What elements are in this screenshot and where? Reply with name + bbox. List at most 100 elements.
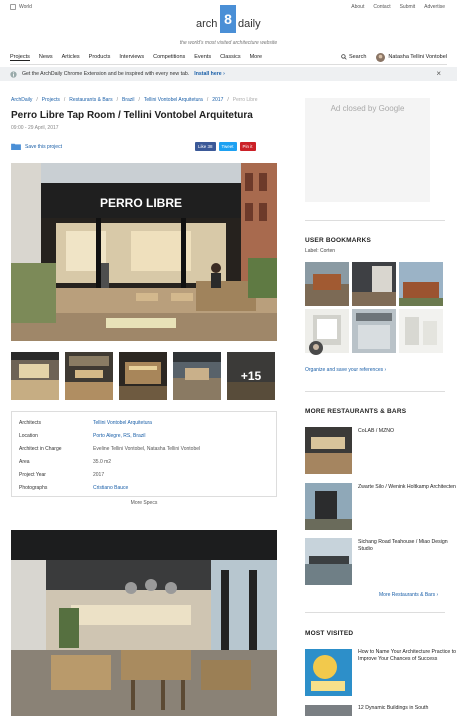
architects-link[interactable]: Tellini Vontobel Arquitetura — [93, 420, 152, 426]
close-icon[interactable]: × — [436, 69, 441, 78]
most-visited-title: 12 Dynamic Buildings in South — [358, 705, 429, 711]
most-visited-thumbnail — [305, 705, 352, 716]
ad-slot: Ad closed by Google — [305, 98, 430, 202]
info-icon — [10, 70, 17, 78]
user-name: Natasha Tellini Vontobel — [388, 54, 447, 60]
related-thumbnail — [305, 427, 352, 474]
hero-photo[interactable]: PERRO LIBRE — [11, 163, 277, 341]
bookmark-thumbnail[interactable] — [399, 262, 443, 306]
publish-date: 09:00 - 29 April, 2017 — [11, 125, 59, 131]
install-link[interactable]: Install here › — [194, 71, 225, 77]
spec-key: Architect in Charge — [19, 446, 62, 452]
nav-more[interactable]: More — [250, 54, 263, 60]
world-label: World — [19, 4, 32, 10]
crumb-archdaily[interactable]: ArchDaily — [11, 97, 32, 103]
nav-competitions[interactable]: Competitions — [153, 54, 185, 60]
about-link[interactable]: About — [351, 4, 364, 10]
save-label: Save this project — [25, 143, 62, 150]
thumbnail[interactable] — [119, 352, 167, 400]
perro-libre-sign: PERRO LIBRE — [100, 196, 182, 210]
spec-row: Location Porto Alegre, RS, Brazil — [19, 433, 269, 439]
archdaily-logo[interactable]: arch 8 daily — [196, 5, 261, 35]
most-visited-item[interactable]: How to Name Your Architecture Practice t… — [305, 649, 457, 696]
related-title: CoLAB / MZNO — [358, 428, 395, 434]
photo-thumbnails: +15 — [11, 352, 275, 400]
save-project-button[interactable]: Save this project — [11, 143, 62, 150]
crumb-projects[interactable]: Projects — [42, 97, 60, 103]
nav-articles[interactable]: Articles — [62, 54, 80, 60]
nav-events[interactable]: Events — [194, 54, 211, 60]
crumb-restaurants[interactable]: Restaurants & Bars — [69, 97, 112, 103]
thumbnail[interactable] — [173, 352, 221, 400]
search-button[interactable]: Search — [341, 54, 366, 60]
bookmark-grid — [305, 262, 443, 355]
bookmarks-heading: USER BOOKMARKS — [305, 237, 371, 244]
avatar — [376, 52, 386, 62]
related-thumbnail — [305, 538, 352, 585]
location-link[interactable]: Porto Alegre, RS, Brazil — [93, 433, 146, 439]
spec-row: Architects Tellini Vontobel Arquitetura — [19, 420, 269, 426]
advertise-link[interactable]: Advertise — [424, 4, 445, 10]
project-specs: Architects Tellini Vontobel Arquitetura L… — [11, 411, 277, 497]
pin-button[interactable]: Pin it — [239, 142, 256, 151]
tweet-button[interactable]: Tweet — [218, 142, 237, 151]
submit-link[interactable]: Submit — [400, 4, 416, 10]
breadcrumb: ArchDaily / Projects / Restaurants & Bars /… — [11, 97, 258, 103]
more-restaurants-link[interactable]: More Restaurants & Bars › — [379, 592, 438, 598]
most-visited-thumbnail — [305, 649, 352, 696]
related-title: Zwarte Silo / Wenink Holtkamp Architecte… — [358, 484, 456, 490]
thumbnail[interactable] — [11, 352, 59, 400]
user-menu[interactable]: Natasha Tellini Vontobel — [376, 52, 447, 62]
bookmark-thumbnail[interactable] — [352, 309, 396, 353]
more-specs-button[interactable]: More Specs — [11, 500, 277, 506]
related-project[interactable]: Sichang Road Teahouse / Miao Design Stud… — [305, 538, 457, 585]
world-selector[interactable]: World — [10, 4, 32, 10]
more-photos-thumbnail[interactable]: +15 — [227, 352, 275, 400]
more-restaurants-heading: MORE RESTAURANTS & BARS — [305, 408, 407, 415]
organize-link[interactable]: Organize and save your references › — [305, 367, 386, 373]
bookmarks-label[interactable]: Label: Corten — [305, 248, 335, 254]
bookmark-thumbnail[interactable] — [305, 262, 349, 306]
bookmark-thumbnail[interactable] — [399, 309, 443, 353]
spec-key: Project Year — [19, 472, 46, 478]
folder-icon — [11, 143, 21, 150]
nav-classics[interactable]: Classics — [220, 54, 240, 60]
divider — [305, 391, 445, 392]
contact-link[interactable]: Contact — [373, 4, 390, 10]
divider — [305, 612, 445, 613]
spec-key: Location — [19, 433, 38, 439]
nav-products[interactable]: Products — [89, 54, 111, 60]
spec-key: Architects — [19, 420, 41, 426]
facebook-like-button[interactable]: Like 38 — [195, 142, 216, 151]
related-title: Sichang Road Teahouse / Miao Design Stud… — [358, 539, 448, 552]
spec-value: 35.0 m2 — [93, 459, 112, 465]
related-project[interactable]: Zwarte Silo / Wenink Holtkamp Architecte… — [305, 483, 456, 530]
most-visited-heading: MOST VISITED — [305, 630, 354, 637]
nav-projects[interactable]: Projects — [10, 54, 30, 61]
search-label: Search — [348, 54, 367, 60]
nav-interviews[interactable]: Interviews — [119, 54, 144, 60]
banner-text: Get the ArchDaily Chrome Extension and b… — [22, 71, 190, 77]
ad-closed-text: Ad closed by Google — [330, 104, 405, 113]
top-links: About Contact Submit Advertise — [351, 4, 445, 10]
photographer-link[interactable]: Cristiano Bauce — [93, 485, 128, 491]
thumbnail[interactable] — [65, 352, 113, 400]
share-buttons: Like 38 Tweet Pin it — [195, 142, 256, 151]
nav-news[interactable]: News — [39, 54, 53, 60]
most-visited-title: How to Name Your Architecture Practice t… — [358, 649, 457, 662]
spec-row: Project Year 2017 — [19, 472, 269, 478]
avatar[interactable] — [309, 341, 323, 355]
crumb-year[interactable]: 2017 — [212, 97, 223, 103]
search-icon — [341, 54, 347, 60]
crumb-brazil[interactable]: Brazil — [122, 97, 135, 103]
spec-value: 2017 — [93, 472, 105, 478]
most-visited-item[interactable]: 12 Dynamic Buildings in South — [305, 705, 428, 716]
tagline: the world's most visited architecture we… — [179, 40, 278, 46]
bookmark-thumbnail[interactable] — [352, 262, 396, 306]
related-project[interactable]: CoLAB / MZNO — [305, 427, 394, 474]
extension-banner: Get the ArchDaily Chrome Extension and b… — [0, 67, 457, 81]
interior-photo[interactable] — [11, 530, 277, 716]
crumb-architect[interactable]: Tellini Vontobel Arquitetura — [144, 97, 203, 103]
spec-key: Photographs — [19, 485, 48, 491]
spec-row: Area 35.0 m2 — [19, 459, 269, 465]
